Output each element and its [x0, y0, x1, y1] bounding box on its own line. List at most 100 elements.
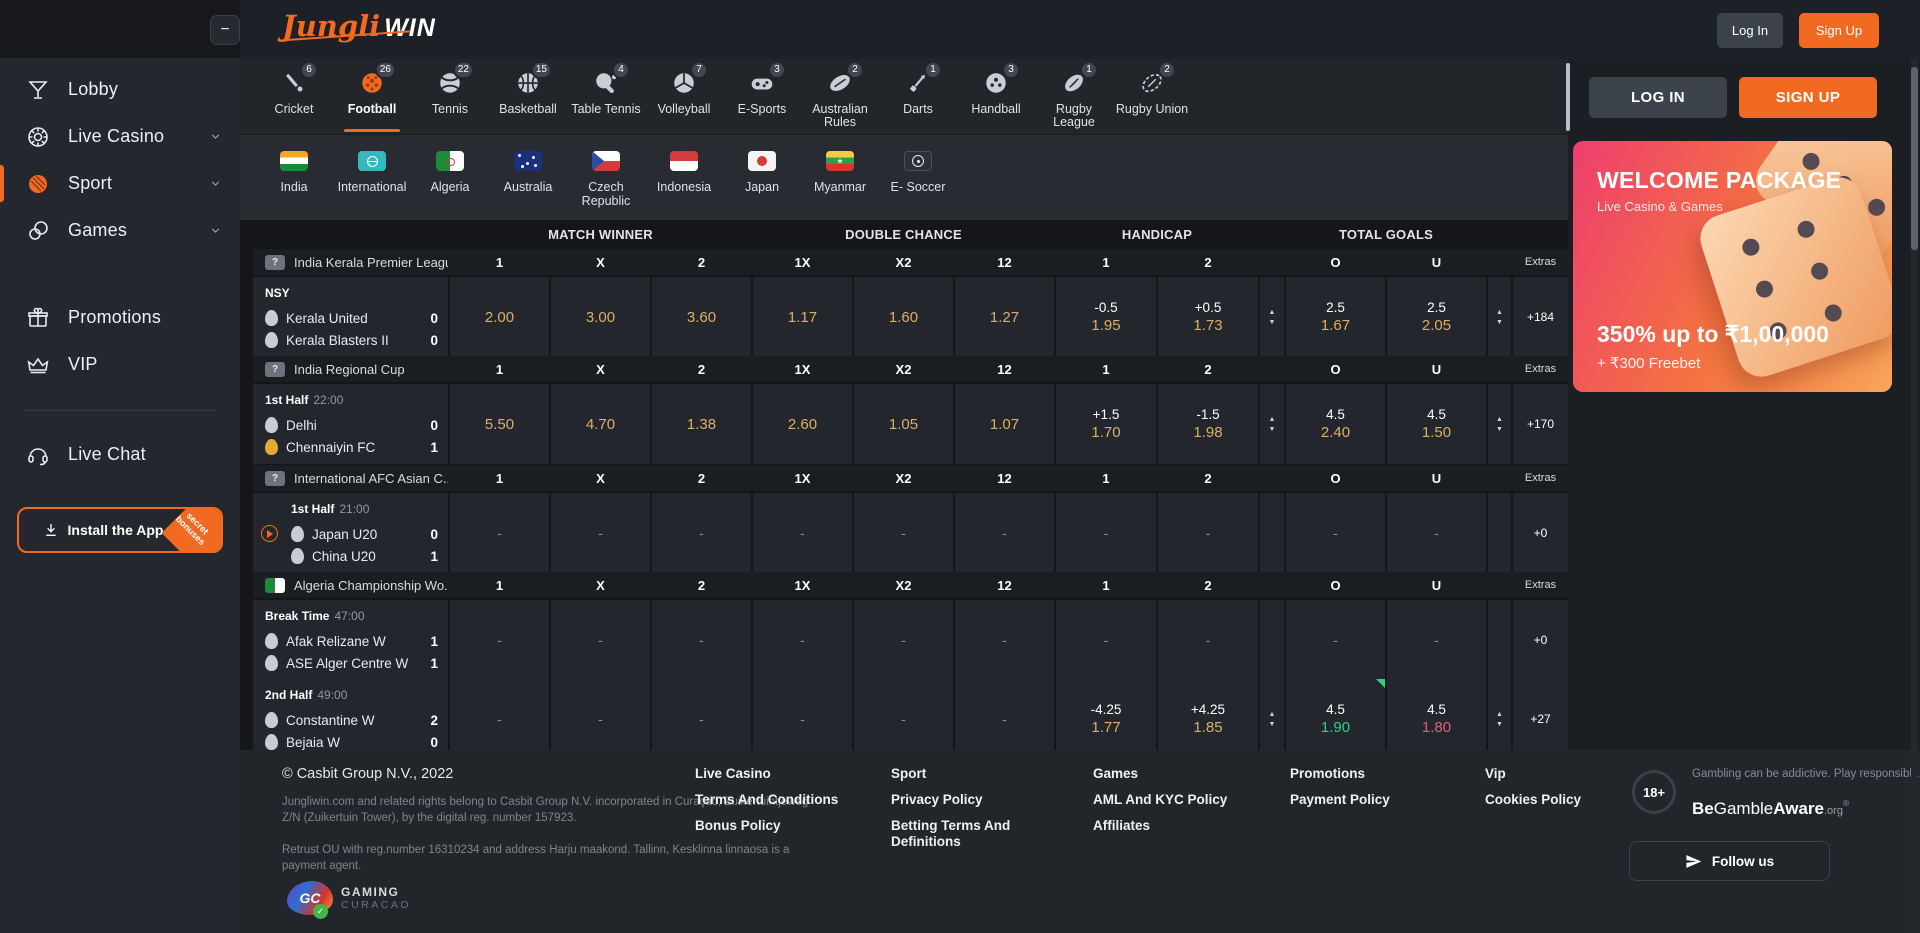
live-play-button[interactable] — [261, 525, 278, 542]
odds-cell-x2[interactable]: - — [854, 600, 953, 680]
odds-cell-12[interactable]: - — [955, 493, 1054, 573]
sidebar-item-vip[interactable]: VIP — [0, 341, 240, 388]
footer-link-live-casino[interactable]: Live Casino — [695, 766, 855, 782]
odds-cell-handicap-1[interactable]: - — [1056, 600, 1156, 680]
odds-cell-1x[interactable]: - — [753, 493, 852, 573]
odds-cell-12[interactable]: 1.07 — [955, 384, 1054, 464]
totals-line-stepper[interactable]: ▲▼ — [1488, 277, 1511, 357]
match-info-cell[interactable]: Break Time47:00 Afak Relizane W1 ASE Alg… — [253, 600, 448, 680]
login-big-button[interactable]: LOG IN — [1589, 77, 1727, 118]
odds-cell-over[interactable]: - — [1286, 493, 1385, 573]
footer-link-vip[interactable]: Vip — [1485, 766, 1645, 782]
match-info-cell[interactable]: 2nd Half49:00 Constantine W2 Bejaia W0 — [253, 679, 448, 759]
odds-cell-under[interactable]: 4.51.50 — [1387, 384, 1486, 464]
odds-cell-over[interactable]: 4.52.40 — [1286, 384, 1385, 464]
odds-cell-12[interactable]: - — [955, 600, 1054, 680]
extras-cell[interactable]: +0 — [1513, 493, 1568, 573]
footer-link-affiliates[interactable]: Affiliates — [1093, 818, 1253, 834]
signup-button[interactable]: Sign Up — [1799, 13, 1879, 48]
footer-link-cookies-policy[interactable]: Cookies Policy — [1485, 792, 1645, 808]
footer-link-betting-terms[interactable]: Betting Terms And Definitions — [891, 818, 1041, 850]
sidebar-item-live-casino[interactable]: Live Casino — [0, 113, 240, 160]
league-name[interactable]: Algeria Championship Wo... — [294, 578, 448, 593]
footer-link-bonus-policy[interactable]: Bonus Policy — [695, 818, 855, 834]
odds-cell-handicap-2[interactable]: - — [1158, 493, 1258, 573]
odds-cell-over[interactable]: 4.51.90 — [1286, 679, 1385, 759]
handicap-line-stepper[interactable]: ▲▼ — [1260, 384, 1284, 464]
odds-cell-x[interactable]: - — [551, 600, 650, 680]
follow-us-button[interactable]: Follow us — [1629, 841, 1830, 881]
odds-cell-handicap-1[interactable]: +1.51.70 — [1056, 384, 1156, 464]
odds-cell-1[interactable]: - — [450, 493, 549, 573]
welcome-package-banner[interactable]: WELCOME PACKAGE Live Casino & Games 350%… — [1573, 141, 1892, 392]
tab-australian-rules[interactable]: 2 Australian Rules — [801, 59, 879, 134]
odds-cell-12[interactable]: - — [955, 679, 1054, 759]
odds-cell-handicap-2[interactable]: +0.51.73 — [1158, 277, 1258, 357]
footer-link-games[interactable]: Games — [1093, 766, 1253, 782]
page-scrollbar-thumb[interactable] — [1911, 67, 1918, 250]
footer-link-terms[interactable]: Terms And Conditions — [695, 792, 855, 808]
odds-cell-2[interactable]: 3.60 — [652, 277, 751, 357]
extras-cell[interactable]: +170 — [1513, 384, 1568, 464]
login-button[interactable]: Log In — [1717, 13, 1783, 48]
collapse-sidebar-button[interactable]: − — [210, 15, 240, 45]
handicap-line-stepper[interactable]: ▲▼ — [1260, 277, 1284, 357]
tab-handball[interactable]: 3 Handball — [957, 59, 1035, 134]
sidebar-item-games[interactable]: Games — [0, 207, 240, 254]
odds-cell-2[interactable]: 1.38 — [652, 384, 751, 464]
extras-cell[interactable]: +0 — [1513, 600, 1568, 680]
odds-cell-handicap-1[interactable]: -4.251.77 — [1056, 679, 1156, 759]
odds-cell-1[interactable]: - — [450, 679, 549, 759]
odds-cell-handicap-2[interactable]: +4.251.85 — [1158, 679, 1258, 759]
odds-cell-1[interactable]: 2.00 — [450, 277, 549, 357]
odds-cell-over[interactable]: - — [1286, 600, 1385, 680]
odds-cell-2[interactable]: - — [652, 600, 751, 680]
odds-cell-handicap-2[interactable]: -1.51.98 — [1158, 384, 1258, 464]
tab-darts[interactable]: 1 Darts — [879, 59, 957, 134]
odds-cell-handicap-2[interactable]: - — [1158, 600, 1258, 680]
sidebar-item-live-chat[interactable]: Live Chat — [0, 431, 240, 478]
odds-cell-x2[interactable]: 1.60 — [854, 277, 953, 357]
country-myanmar[interactable]: Myanmar — [801, 135, 879, 220]
country-international[interactable]: International — [333, 135, 411, 220]
tab-basketball[interactable]: 15 Basketball — [489, 59, 567, 134]
odds-cell-x2[interactable]: - — [854, 679, 953, 759]
tab-rugby-union[interactable]: 2 Rugby Union — [1113, 59, 1191, 134]
begambleaware-link[interactable]: BeGambleAware.org® — [1692, 799, 1849, 819]
odds-cell-x[interactable]: 4.70 — [551, 384, 650, 464]
footer-link-payment-policy[interactable]: Payment Policy — [1290, 792, 1450, 808]
odds-cell-2[interactable]: - — [652, 493, 751, 573]
odds-cell-over[interactable]: 2.51.67 — [1286, 277, 1385, 357]
country-india[interactable]: India — [255, 135, 333, 220]
match-info-cell[interactable]: 1st Half21:00 Japan U200 China U201 — [253, 493, 448, 573]
odds-cell-x[interactable]: 3.00 — [551, 277, 650, 357]
brand-logo[interactable]: JungliWIN — [282, 9, 436, 43]
sidebar-item-promotions[interactable]: Promotions — [0, 294, 240, 341]
totals-line-stepper[interactable]: ▲▼ — [1488, 679, 1511, 759]
odds-cell-x[interactable]: - — [551, 493, 650, 573]
match-info-cell[interactable]: 1st Half22:00 Delhi0 Chennaiyin FC1 — [253, 384, 448, 464]
odds-cell-2[interactable]: - — [652, 679, 751, 759]
league-name[interactable]: India Kerala Premier League — [294, 255, 448, 270]
odds-cell-x[interactable]: - — [551, 679, 650, 759]
odds-cell-x2[interactable]: - — [854, 493, 953, 573]
odds-cell-x2[interactable]: 1.05 — [854, 384, 953, 464]
odds-cell-1[interactable]: 5.50 — [450, 384, 549, 464]
country-indonesia[interactable]: Indonesia — [645, 135, 723, 220]
odds-cell-1x[interactable]: 2.60 — [753, 384, 852, 464]
odds-cell-1x[interactable]: - — [753, 679, 852, 759]
signup-big-button[interactable]: SIGN UP — [1739, 77, 1877, 118]
handicap-line-stepper[interactable]: ▲▼ — [1260, 679, 1284, 759]
country-japan[interactable]: Japan — [723, 135, 801, 220]
odds-cell-1x[interactable]: 1.17 — [753, 277, 852, 357]
footer-link-sport[interactable]: Sport — [891, 766, 1051, 782]
sidebar-item-lobby[interactable]: Lobby — [0, 66, 240, 113]
footer-link-aml-kyc[interactable]: AML And KYC Policy — [1093, 792, 1253, 808]
tab-table-tennis[interactable]: 4 Table Tennis — [567, 59, 645, 134]
odds-cell-under[interactable]: 2.52.05 — [1387, 277, 1486, 357]
odds-cell-1[interactable]: - — [450, 600, 549, 680]
odds-cell-under[interactable]: - — [1387, 600, 1486, 680]
country-czech-republic[interactable]: Czech Republic — [567, 135, 645, 220]
gaming-curacao-seal[interactable]: GC ✓ GAMING CURACAO — [287, 881, 411, 915]
odds-cell-1x[interactable]: - — [753, 600, 852, 680]
